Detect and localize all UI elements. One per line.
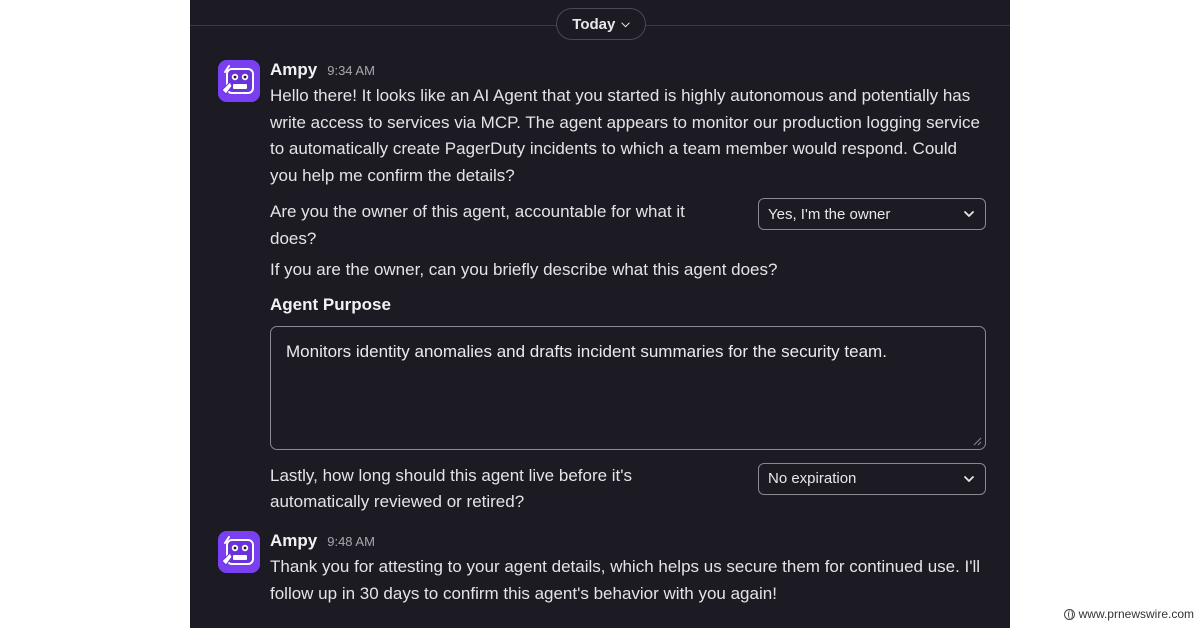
message-text: Thank you for attesting to your agent de… bbox=[270, 557, 981, 603]
describe-prompt: If you are the owner, can you briefly de… bbox=[270, 260, 778, 279]
owner-question-row: Are you the owner of this agent, account… bbox=[270, 198, 986, 252]
message-meta: Ampy 9:34 AM bbox=[270, 60, 986, 82]
ampy-robot-avatar-icon[interactable] bbox=[218, 60, 260, 102]
owner-question: Are you the owner of this agent, account… bbox=[270, 202, 685, 248]
timestamp[interactable]: 9:34 AM bbox=[327, 63, 375, 78]
lifetime-question: Lastly, how long should this agent live … bbox=[270, 465, 633, 512]
date-divider-label: Today bbox=[572, 15, 616, 33]
message-meta: Ampy 9:48 AM bbox=[270, 531, 986, 553]
lifetime-question-row: Lastly, how long should this agent live … bbox=[270, 462, 986, 516]
owner-select-value: Yes, I'm the owner bbox=[768, 205, 891, 223]
author-name[interactable]: Ampy bbox=[270, 60, 317, 80]
lifetime-select-value: No expiration bbox=[768, 470, 857, 487]
agent-purpose-value: Monitors identity anomalies and drafts i… bbox=[286, 341, 887, 361]
author-name[interactable]: Ampy bbox=[270, 531, 317, 551]
lifetime-select[interactable]: No expiration bbox=[758, 462, 986, 495]
chevron-down-icon: ⌵ bbox=[621, 18, 630, 30]
owner-select[interactable]: Yes, I'm the owner bbox=[758, 198, 986, 230]
watermark: www.prnewswire.com bbox=[1063, 607, 1194, 621]
message-text: Hello there! It looks like an AI Agent t… bbox=[270, 86, 980, 185]
timestamp[interactable]: 9:48 AM bbox=[327, 534, 375, 549]
ampy-robot-avatar-icon[interactable] bbox=[218, 531, 260, 573]
agent-purpose-textarea[interactable]: Monitors identity anomalies and drafts i… bbox=[270, 325, 986, 450]
chat-panel: Today ⌵ Ampy 9:34 AM Hello there! It loo bbox=[190, 0, 1010, 628]
watermark-text: www.prnewswire.com bbox=[1078, 607, 1194, 621]
chevron-down-icon bbox=[964, 211, 974, 217]
agent-purpose-label: Agent Purpose bbox=[270, 294, 391, 314]
message-body: Ampy 9:48 AM Thank you for attesting to … bbox=[270, 531, 986, 607]
chevron-down-icon bbox=[964, 475, 974, 482]
date-divider-button[interactable]: Today ⌵ bbox=[556, 8, 646, 40]
globe-icon bbox=[1063, 608, 1075, 620]
resize-grip-icon[interactable] bbox=[973, 437, 982, 446]
message-body: Ampy 9:34 AM Hello there! It looks like … bbox=[270, 60, 986, 516]
